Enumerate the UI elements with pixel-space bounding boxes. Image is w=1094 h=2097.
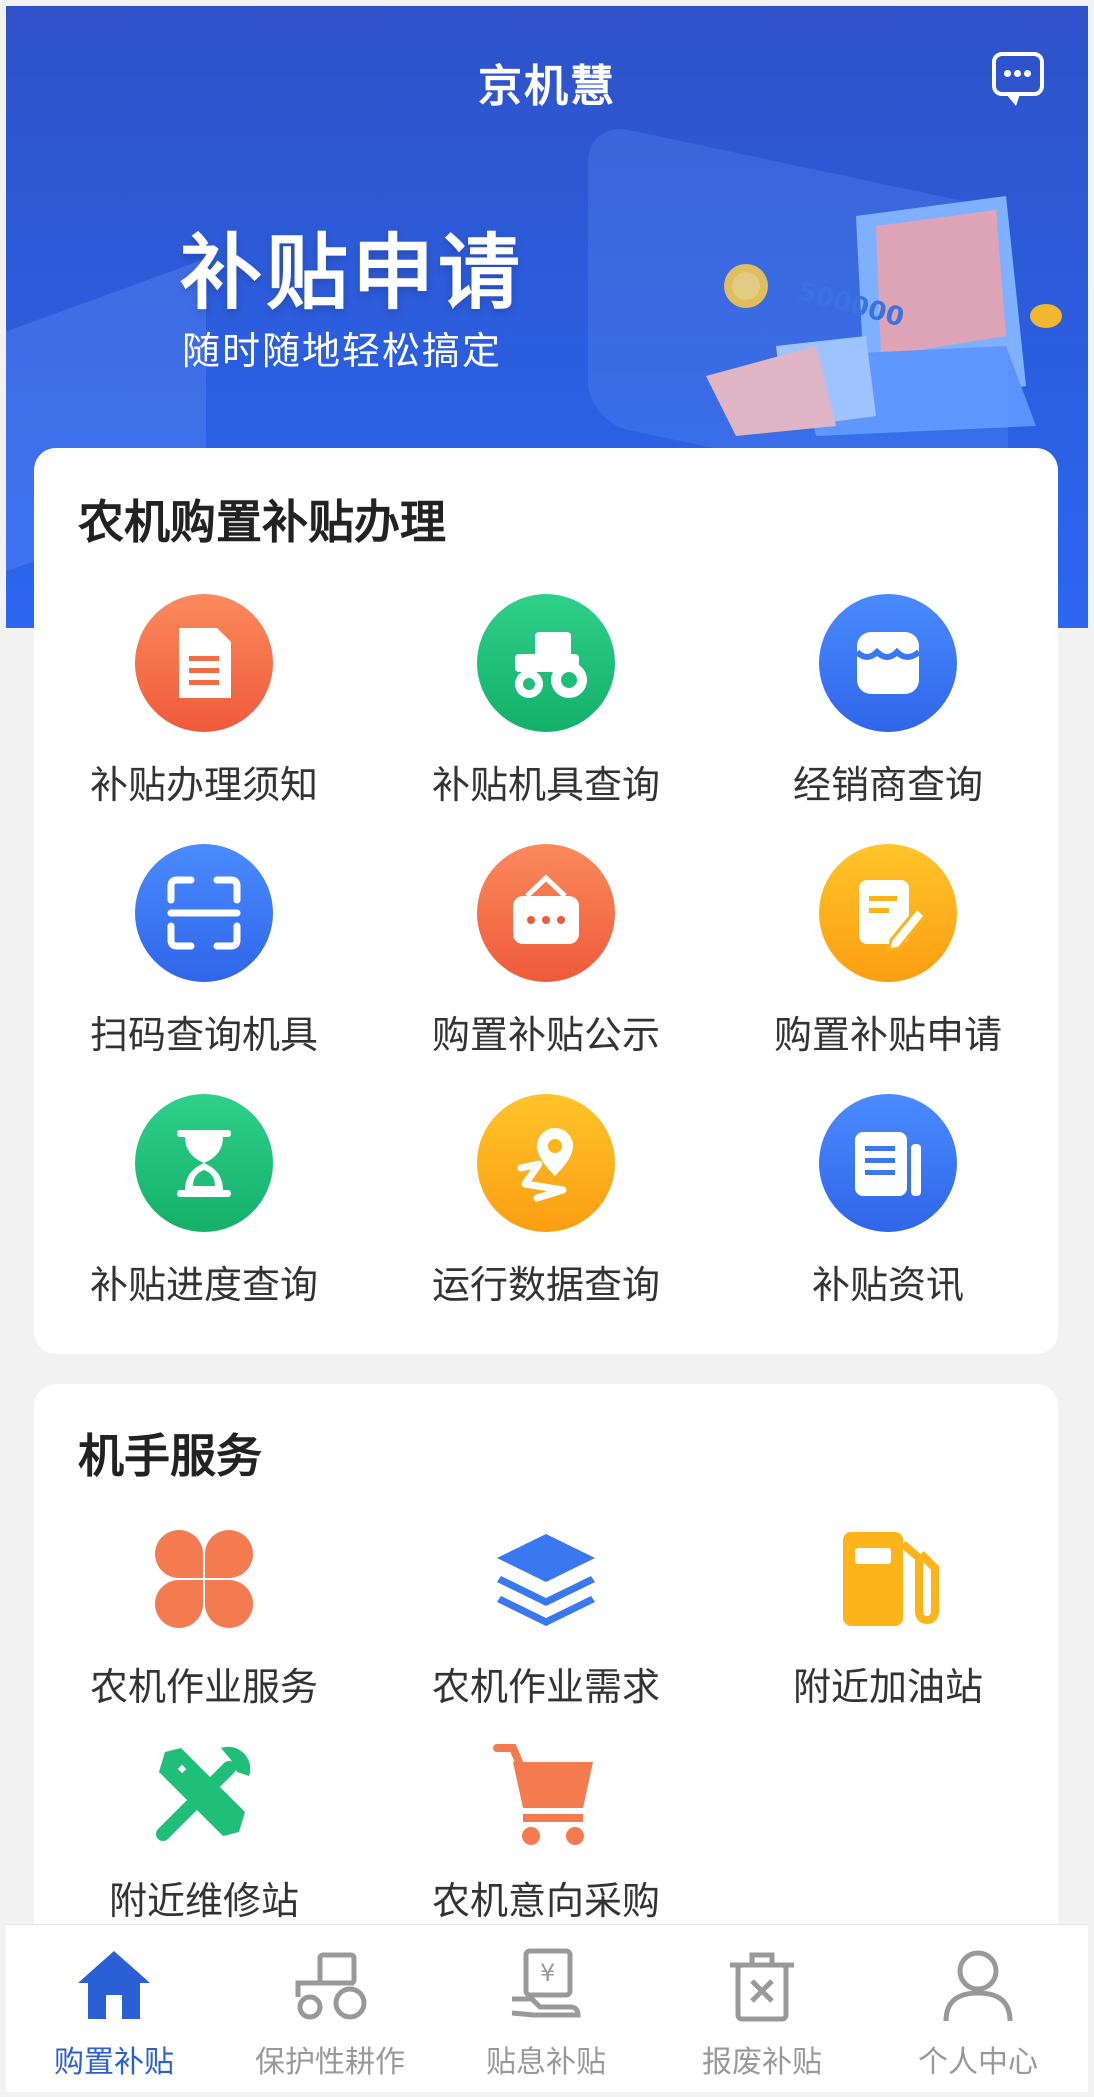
scan-icon (135, 844, 273, 982)
grid-item-scan-query[interactable]: 扫码查询机具 (34, 844, 374, 1059)
grid-item-label: 农机意向采购 (431, 1879, 660, 1923)
counter-figure: 500000 (795, 276, 908, 333)
grid-item-label: 经销商查询 (792, 763, 983, 807)
banner-subtitle: 随时随地轻松搞定 (182, 329, 503, 373)
location-route-icon (477, 1094, 615, 1232)
grid-item-label: 购置补贴公示 (431, 1013, 660, 1057)
section-title: 机手服务 (78, 1429, 262, 1483)
purchase-subsidy-card: 农机购置补贴办理 补贴办理须知 补贴机具查询 经销商查询 扫码查询机具 购置补贴… (34, 448, 1058, 1354)
shopping-cart-icon (491, 1738, 601, 1848)
grid-item-runtime-data[interactable]: 运行数据查询 (376, 1094, 716, 1309)
trash-icon (722, 1945, 802, 2025)
grid-item-label: 补贴资讯 (811, 1263, 964, 1307)
tractor-outline-icon (290, 1945, 370, 2025)
yen-hand-icon: ¥ (506, 1945, 586, 2025)
grid-item-machine-query[interactable]: 补贴机具查询 (376, 594, 716, 809)
document-icon (135, 594, 273, 732)
grid-item-label: 购置补贴申请 (773, 1013, 1002, 1057)
grid-item-gas-station[interactable]: 附近加油站 (718, 1524, 1058, 1711)
edit-form-icon (819, 844, 957, 982)
home-icon (74, 1945, 154, 2025)
svg-text:¥: ¥ (540, 1959, 555, 1987)
tractor-icon (477, 594, 615, 732)
section-title: 农机购置补贴办理 (78, 495, 446, 549)
tab-label: 保护性耕作 (255, 2045, 405, 2080)
tab-label: 贴息补贴 (486, 2045, 606, 2080)
fuel-pump-icon (833, 1524, 943, 1634)
tab-scrap-subsidy[interactable]: 报废补贴 (654, 1925, 870, 2092)
tab-purchase-subsidy[interactable]: 购置补贴 (6, 1925, 222, 2092)
app-screen: 京机慧 补贴申请 随时随地轻松搞定 500000 农机购置补贴办理 补贴办理须知 (0, 0, 1094, 2097)
grid-item-subsidy-application[interactable]: 购置补贴申请 (718, 844, 1058, 1059)
grid-item-label: 扫码查询机具 (89, 1013, 318, 1057)
grid-item-progress-query[interactable]: 补贴进度查询 (34, 1094, 374, 1309)
grid-item-label: 补贴办理须知 (89, 763, 318, 807)
notice-board-icon (477, 844, 615, 982)
tab-conservation-tillage[interactable]: 保护性耕作 (222, 1925, 438, 2092)
grid-item-label: 补贴进度查询 (89, 1263, 318, 1307)
grid-item-purchase-intent[interactable]: 农机意向采购 (376, 1738, 716, 1925)
chat-bubble-icon[interactable] (992, 52, 1044, 106)
tab-label: 购置补贴 (54, 2045, 174, 2080)
grid-item-label: 运行数据查询 (431, 1263, 660, 1307)
tab-label: 报废补贴 (702, 2045, 822, 2080)
grid-item-subsidy-notice[interactable]: 补贴办理须知 (34, 594, 374, 809)
tab-label: 个人中心 (918, 2045, 1038, 2080)
bottom-tab-bar: 购置补贴 保护性耕作 ¥ 贴息补贴 报废补贴 个人中心 (6, 1924, 1088, 2092)
grid-item-label: 农机作业需求 (431, 1665, 660, 1709)
operator-service-card: 机手服务 农机作业服务 农机作业需求 附近加油站 附近维修站 农机意向采购 (34, 1384, 1058, 1924)
tab-interest-subsidy[interactable]: ¥ 贴息补贴 (438, 1925, 654, 2092)
grid-item-label: 附近加油站 (792, 1665, 983, 1709)
layers-icon (491, 1524, 601, 1634)
grid-item-subsidy-news[interactable]: 补贴资讯 (718, 1094, 1058, 1309)
grid-petals-icon (149, 1524, 259, 1634)
app-title: 京机慧 (478, 61, 616, 112)
grid-item-dealer-query[interactable]: 经销商查询 (718, 594, 1058, 809)
user-icon (938, 1945, 1018, 2025)
grid-item-subsidy-publicity[interactable]: 购置补贴公示 (376, 844, 716, 1059)
grid-item-label: 农机作业服务 (89, 1665, 318, 1709)
news-icon (819, 1094, 957, 1232)
grid-item-repair-station[interactable]: 附近维修站 (34, 1738, 374, 1925)
grid-item-work-service[interactable]: 农机作业服务 (34, 1524, 374, 1711)
grid-item-work-demand[interactable]: 农机作业需求 (376, 1524, 716, 1711)
wrench-screwdriver-icon (149, 1738, 259, 1848)
hourglass-icon (135, 1094, 273, 1232)
tab-personal-center[interactable]: 个人中心 (870, 1925, 1086, 2092)
grid-item-label: 补贴机具查询 (431, 763, 660, 807)
banner-title: 补贴申请 (180, 226, 525, 321)
money-counter-illustration: 500000 (706, 196, 1062, 436)
grid-item-label: 附近维修站 (108, 1879, 299, 1923)
store-icon (819, 594, 957, 732)
